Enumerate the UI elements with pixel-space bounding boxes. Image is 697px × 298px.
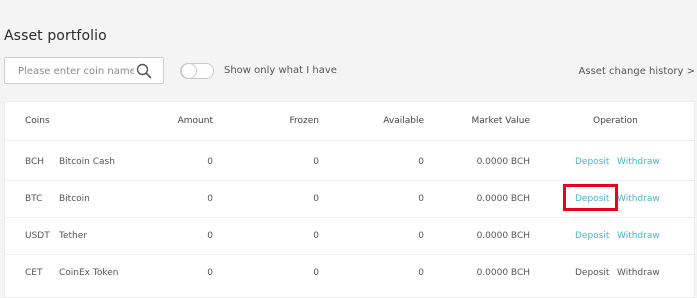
coin-name: Bitcoin Cash <box>59 157 115 167</box>
asset-table: Coins Amount Frozen Available Market Val… <box>4 101 695 298</box>
available-value: 0 <box>418 194 424 204</box>
coin-symbol: USDT <box>25 231 50 241</box>
withdraw-button[interactable]: Withdraw <box>617 157 660 167</box>
withdraw-button[interactable]: Withdraw <box>617 194 660 204</box>
deposit-button[interactable]: Deposit <box>575 194 609 204</box>
deposit-button[interactable]: Deposit <box>575 268 609 278</box>
search-icon[interactable] <box>136 63 152 79</box>
market-value: 0.0000 BCH <box>476 194 530 204</box>
header-available: Available <box>383 116 424 126</box>
coin-name: Bitcoin <box>59 194 90 204</box>
withdraw-button[interactable]: Withdraw <box>617 231 660 241</box>
asset-portfolio-page: Asset portfolio Show only what I have As… <box>0 0 697 298</box>
amount-value: 0 <box>207 268 213 278</box>
toggle-knob <box>181 63 197 79</box>
show-owned-toggle[interactable] <box>180 63 214 79</box>
table-header-row: Coins Amount Frozen Available Market Val… <box>5 102 694 141</box>
search-box[interactable] <box>4 57 164 84</box>
table-row: BTC Bitcoin 0 0 0 0.0000 BCH Deposit Wit… <box>5 180 694 218</box>
search-input[interactable] <box>18 62 134 80</box>
available-value: 0 <box>418 268 424 278</box>
header-coins: Coins <box>25 116 50 126</box>
frozen-value: 0 <box>313 157 319 167</box>
withdraw-button[interactable]: Withdraw <box>617 268 660 278</box>
available-value: 0 <box>418 157 424 167</box>
coin-name: CoinEx Token <box>59 268 119 278</box>
market-value: 0.0000 BCH <box>476 268 530 278</box>
deposit-button[interactable]: Deposit <box>575 157 609 167</box>
amount-value: 0 <box>207 194 213 204</box>
header-operation: Operation <box>593 116 638 126</box>
amount-value: 0 <box>207 231 213 241</box>
table-row: CET CoinEx Token 0 0 0 0.0000 BCH Deposi… <box>5 254 694 291</box>
frozen-value: 0 <box>313 231 319 241</box>
coin-symbol: CET <box>25 268 43 278</box>
frozen-value: 0 <box>313 268 319 278</box>
asset-change-history-link[interactable]: Asset change history > <box>579 66 695 77</box>
header-frozen: Frozen <box>289 116 320 126</box>
coin-symbol: BTC <box>25 194 43 204</box>
deposit-button[interactable]: Deposit <box>575 231 609 241</box>
page-title: Asset portfolio <box>4 28 107 44</box>
table-row: BCH Bitcoin Cash 0 0 0 0.0000 BCH Deposi… <box>5 143 694 181</box>
available-value: 0 <box>418 231 424 241</box>
coin-name: Tether <box>59 231 87 241</box>
header-amount: Amount <box>177 116 213 126</box>
amount-value: 0 <box>207 157 213 167</box>
frozen-value: 0 <box>313 194 319 204</box>
coin-symbol: BCH <box>25 157 45 167</box>
market-value: 0.0000 BCH <box>476 231 530 241</box>
header-market-value: Market Value <box>471 116 530 126</box>
table-row: USDT Tether 0 0 0 0.0000 BCH Deposit Wit… <box>5 217 694 255</box>
market-value: 0.0000 BCH <box>476 157 530 167</box>
show-owned-label[interactable]: Show only what I have <box>224 65 337 76</box>
